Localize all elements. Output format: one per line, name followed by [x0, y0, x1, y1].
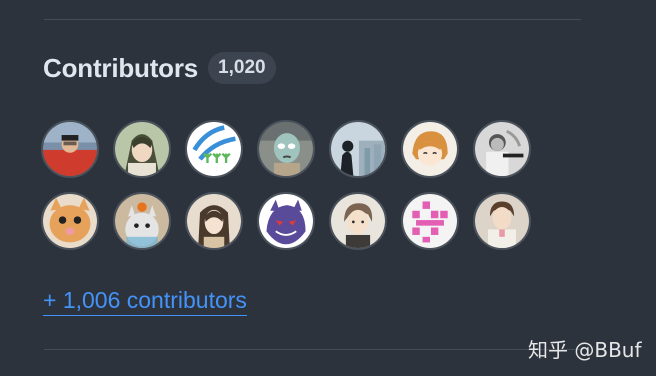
avatar-12[interactable] — [329, 192, 387, 250]
contributors-title[interactable]: Contributors — [43, 53, 198, 84]
avatar-7[interactable] — [473, 120, 531, 178]
avatar-11[interactable] — [257, 192, 315, 250]
avatar-3[interactable] — [185, 120, 243, 178]
bottom-divider — [44, 349, 581, 350]
avatar-1[interactable] — [41, 120, 99, 178]
avatar-5[interactable] — [329, 120, 387, 178]
top-divider — [44, 19, 581, 20]
avatar-6[interactable] — [401, 120, 459, 178]
avatar-8[interactable] — [41, 192, 99, 250]
avatar-13[interactable] — [401, 192, 459, 250]
avatar-9[interactable] — [113, 192, 171, 250]
contributors-count-badge: 1,020 — [208, 52, 276, 84]
avatar-2[interactable] — [113, 120, 171, 178]
more-contributors-link[interactable]: + 1,006 contributors — [43, 286, 247, 316]
watermark-text: 知乎 @BBuf — [528, 338, 642, 362]
contributors-header: Contributors 1,020 — [43, 52, 276, 84]
avatar-4[interactable] — [257, 120, 315, 178]
avatar-10[interactable] — [185, 192, 243, 250]
avatar-14[interactable] — [473, 192, 531, 250]
